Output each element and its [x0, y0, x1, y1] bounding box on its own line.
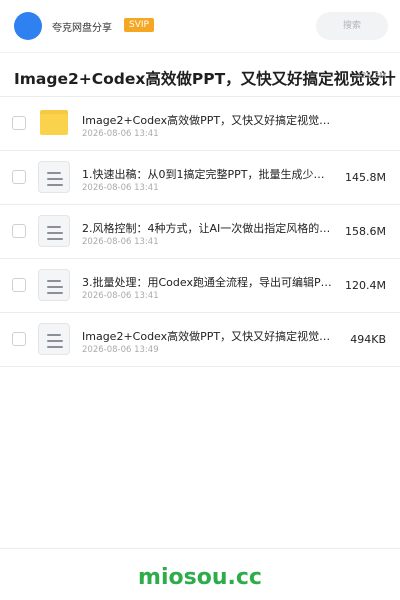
- file-list: Image2+Codex高效做PPT，又快又好搞定视觉设计 2026-08-06…: [0, 97, 400, 367]
- list-item[interactable]: 3.批量处理：用Codex跑通全流程，导出可编辑PPT.mp4 2026-08-…: [0, 259, 400, 313]
- list-item[interactable]: Image2+Codex高效做PPT，又快又好搞定视觉设计.txt 2026-0…: [0, 313, 400, 367]
- row-checkbox[interactable]: [12, 116, 26, 130]
- row-checkbox[interactable]: [12, 332, 26, 346]
- file-date: 2026-08-06 13:41: [82, 237, 159, 247]
- row-checkbox[interactable]: [12, 278, 26, 292]
- file-date: 2026-08-06 13:41: [82, 291, 159, 301]
- search-input[interactable]: 搜索: [316, 12, 388, 40]
- folder-size: 425.3M: [356, 71, 386, 80]
- file-size: 120.4M: [345, 279, 386, 292]
- page-title: Image2+Codex高效做PPT，又快又好搞定视觉设计: [14, 70, 396, 88]
- list-item[interactable]: 1.快速出稿：从0到1搞定完整PPT，批量生成少返工.mp4 2026-08-0…: [0, 151, 400, 205]
- file-name[interactable]: Image2+Codex高效做PPT，又快又好搞定视觉设计: [82, 112, 332, 128]
- file-name[interactable]: 3.批量处理：用Codex跑通全流程，导出可编辑PPT.mp4: [82, 274, 332, 290]
- folder-icon: [38, 107, 70, 139]
- document-icon: [38, 215, 70, 247]
- file-size: 145.8M: [345, 171, 386, 184]
- footer: miosou.cc: [0, 548, 400, 600]
- file-name[interactable]: 1.快速出稿：从0到1搞定完整PPT，批量生成少返工.mp4: [82, 166, 332, 182]
- svip-badge: SVIP: [124, 18, 154, 32]
- brand-logo[interactable]: miosou.cc: [0, 565, 400, 590]
- file-name[interactable]: Image2+Codex高效做PPT，又快又好搞定视觉设计.txt: [82, 328, 332, 344]
- document-icon: [38, 161, 70, 193]
- file-size: 494KB: [350, 333, 386, 346]
- user-name[interactable]: 夸克网盘分享: [52, 19, 112, 34]
- document-icon: [38, 269, 70, 301]
- file-name[interactable]: 2.风格控制：4种方式，让AI一次做出指定风格的PPT.mp4: [82, 220, 332, 236]
- list-item[interactable]: Image2+Codex高效做PPT，又快又好搞定视觉设计 2026-08-06…: [0, 97, 400, 151]
- file-date: 2026-08-06 13:41: [82, 183, 159, 193]
- avatar[interactable]: [14, 12, 42, 40]
- file-date: 2026-08-06 13:41: [82, 129, 159, 139]
- row-checkbox[interactable]: [12, 224, 26, 238]
- folder-header: Image2+Codex高效做PPT，又快又好搞定视觉设计 425.3M: [0, 52, 400, 100]
- list-item[interactable]: 2.风格控制：4种方式，让AI一次做出指定风格的PPT.mp4 2026-08-…: [0, 205, 400, 259]
- row-checkbox[interactable]: [12, 170, 26, 184]
- file-date: 2026-08-06 13:49: [82, 345, 159, 355]
- header: 夸克网盘分享 SVIP 搜索: [0, 0, 400, 52]
- file-size: 158.6M: [345, 225, 386, 238]
- document-icon: [38, 323, 70, 355]
